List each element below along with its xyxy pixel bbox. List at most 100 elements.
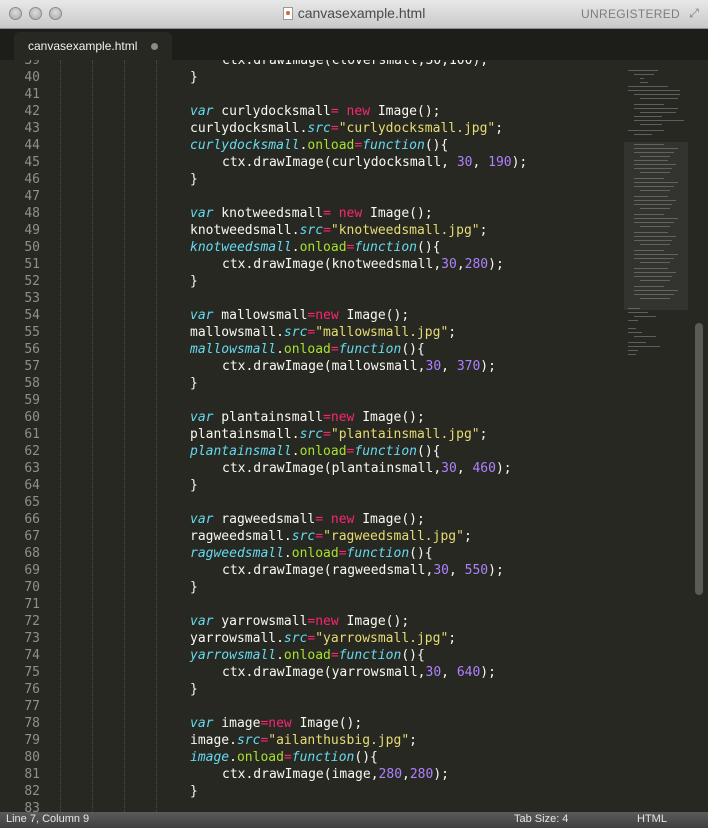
code-line: mallowsmall.onload=function(){ (190, 341, 425, 358)
punctuation: , (448, 563, 465, 578)
punctuation: , (402, 767, 410, 782)
code-line: curlydocksmall.onload=function(){ (190, 137, 448, 154)
punctuation: . (229, 750, 237, 765)
constructor-call: Image(); (362, 206, 433, 221)
minimap-line (640, 190, 670, 191)
code-line: var mallowsmall=new Image(); (190, 307, 409, 324)
assign-operator: = (330, 342, 339, 357)
code-area[interactable]: ctx.drawImage(cloversmall,30,100);} var c… (48, 60, 620, 812)
brace: } (190, 70, 198, 85)
minimap-line (634, 204, 672, 205)
indent-guide (92, 60, 93, 812)
line-number: 53 (24, 291, 40, 306)
line-number: 58 (24, 376, 40, 391)
variable-name: plantainsmall. (190, 427, 300, 442)
function-call: ctx.drawImage(curlydocksmall, (222, 155, 457, 170)
minimap-line (634, 148, 678, 149)
minimap-line (640, 98, 678, 99)
code-line: ctx.drawImage(cloversmall,30,100); (222, 60, 488, 69)
variable-name: curlydocksmall. (190, 121, 308, 136)
minimap-line (634, 232, 668, 233)
brace: } (190, 172, 198, 187)
property-src: src (299, 223, 324, 238)
line-number: 57 (24, 359, 40, 374)
vertical-scrollbar[interactable] (692, 60, 708, 812)
line-number: 60 (24, 410, 40, 425)
code-line: knotweedsmall.onload=function(){ (190, 239, 440, 256)
line-number: 66 (24, 512, 40, 527)
assign-operator: = (323, 206, 339, 221)
punctuation: , (441, 665, 457, 680)
minimap-line (634, 134, 652, 135)
window-title: canvasexample.html (297, 5, 426, 21)
brace: } (190, 784, 198, 799)
minimap-line (640, 156, 670, 157)
property-onload: onload (291, 546, 339, 561)
punctuation: ; (479, 223, 488, 238)
property-onload: onload (299, 240, 347, 255)
minimap-line (634, 164, 676, 165)
punctuation: ); (495, 461, 512, 476)
brace: } (190, 376, 198, 391)
syntax-selector[interactable]: HTML (637, 813, 667, 825)
minimap-line (634, 218, 678, 219)
number-literal: 280 (409, 767, 434, 782)
tab-canvasexample[interactable]: canvasexample.html (14, 32, 172, 60)
punctuation: (){ (401, 342, 425, 357)
number-literal: 280 (378, 767, 403, 782)
line-number: 72 (24, 614, 40, 629)
property-onload: onload (283, 342, 331, 357)
minimap-line (628, 312, 648, 313)
brace: } (190, 580, 198, 595)
number-literal: 30 (425, 359, 442, 374)
keyword-function: function (338, 342, 402, 357)
keyword-new: new (315, 308, 339, 323)
function-call: ctx.drawImage(yarrowsmall, (222, 665, 426, 680)
keyword-function: function (362, 138, 425, 153)
code-line: knotweedsmall.src="knotweedsmall.jpg"; (190, 222, 487, 239)
property-src: src (283, 631, 308, 646)
editor-pane[interactable]: 39 40 41 42 43 44 45 46 47 48 49 50 51 52 53 54 55 56 57 58… (0, 60, 708, 812)
line-number: 62 (24, 444, 40, 459)
unsaved-dot-icon[interactable] (151, 43, 158, 50)
minimap-line (634, 286, 664, 287)
line-number: 75 (24, 665, 40, 680)
line-number: 73 (24, 631, 40, 646)
code-line: yarrowsmall.src="yarrowsmall.jpg"; (190, 630, 456, 647)
brace: } (190, 478, 198, 493)
number-literal: 550 (464, 563, 489, 578)
minimap-line (628, 332, 642, 333)
line-number: 80 (24, 750, 40, 765)
line-number: 61 (24, 427, 40, 442)
variable-name: ragweedsmall (190, 546, 284, 561)
variable-name: plantainsmall (213, 410, 324, 425)
code-line: image.src="ailanthusbig.jpg"; (190, 732, 417, 749)
scrollbar-thumb[interactable] (695, 323, 703, 595)
minimap-line (634, 160, 668, 161)
keyword-var: var (190, 512, 214, 527)
minimap-line (634, 222, 674, 223)
function-call: ctx.drawImage(image, (222, 767, 379, 782)
assign-operator: = (338, 546, 347, 561)
minimap-line (640, 124, 662, 125)
variable-name: plantainsmall (190, 444, 292, 459)
property-src: src (236, 733, 261, 748)
line-number: 77 (24, 699, 40, 714)
code-line: ctx.drawImage(mallowsmall,30, 370); (222, 358, 496, 375)
tab-size-selector[interactable]: Tab Size: 4 (514, 813, 568, 825)
fullscreen-icon[interactable]: ⤢ (687, 6, 701, 20)
line-number: 39 (24, 60, 40, 68)
minimap-line (634, 258, 674, 259)
line-number: 59 (24, 393, 40, 408)
number-literal: 30 (425, 665, 442, 680)
variable-name: curlydocksmall (190, 138, 300, 153)
code-line: ctx.drawImage(yarrowsmall,30, 640); (222, 664, 496, 681)
line-number: 69 (24, 563, 40, 578)
punctuation: ; (448, 325, 457, 340)
minimap[interactable] (620, 60, 692, 812)
constructor-call: Image(); (354, 512, 425, 527)
keyword-new: new (268, 716, 292, 731)
variable-name: image (190, 750, 230, 765)
assign-operator: = (323, 427, 331, 442)
keyword-function: function (338, 648, 402, 663)
